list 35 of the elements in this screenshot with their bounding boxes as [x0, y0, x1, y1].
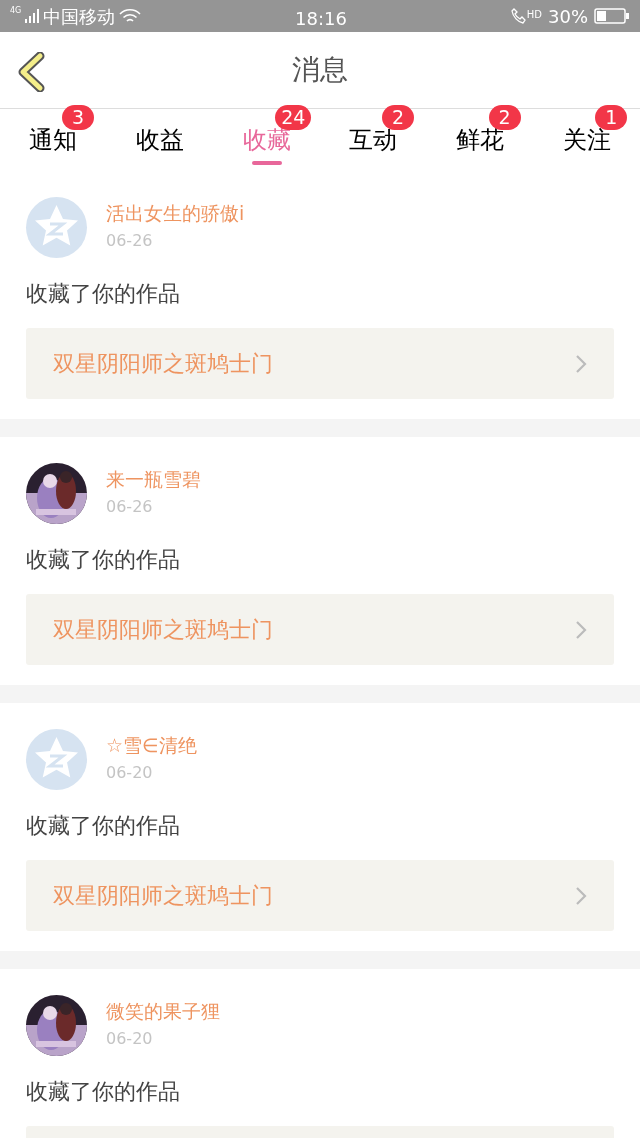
date: 06-20	[106, 1028, 154, 1050]
date: 06-20	[106, 762, 154, 784]
page-title: 消息	[292, 52, 348, 88]
tab-underline	[251, 161, 282, 165]
tab[interactable]: 收益	[136, 109, 184, 171]
date: 06-26	[106, 230, 154, 252]
user-name[interactable]: 活出女生的骄傲i	[106, 199, 245, 227]
work-link[interactable]: 双星阴阳师之斑鸠士门	[26, 328, 614, 399]
chevron-icon	[575, 885, 587, 906]
user-name[interactable]: 来一瓶雪碧	[106, 465, 201, 493]
carrier-name: 中国移动	[43, 4, 116, 29]
work-title: 双星阴阳师之斑鸠士门	[53, 616, 273, 644]
work-title: 双星阴阳师之斑鸠士门	[53, 350, 273, 378]
badge: 3	[61, 105, 94, 130]
chevron-icon	[575, 353, 587, 374]
hd-label: HD	[526, 7, 542, 22]
chevron-icon	[575, 619, 587, 640]
signal-icon	[25, 9, 40, 23]
clock: 18:16	[295, 7, 347, 31]
message-text: 收藏了你的作品	[26, 1078, 181, 1106]
battery-icon	[594, 8, 630, 24]
work-title: 双星阴阳师之斑鸠士门	[53, 882, 273, 910]
date: 06-26	[106, 496, 154, 518]
battery-percent: 30%	[548, 4, 588, 29]
phone-icon	[510, 8, 527, 24]
work-link[interactable]: 双星阴阳师之斑鸠士门	[26, 860, 614, 931]
user-name[interactable]: 微笑的果子狸	[106, 997, 220, 1025]
network-label: 4G	[10, 6, 22, 15]
message-text: 收藏了你的作品	[26, 546, 181, 574]
work-link[interactable]: 双星阴阳师之斑鸠士门	[26, 594, 614, 665]
message-text: 收藏了你的作品	[26, 280, 181, 308]
message-text: 收藏了你的作品	[26, 812, 181, 840]
badge: 2	[381, 105, 414, 130]
wifi-icon	[119, 8, 142, 24]
user-name[interactable]: ☆雪∈清绝	[106, 731, 197, 759]
